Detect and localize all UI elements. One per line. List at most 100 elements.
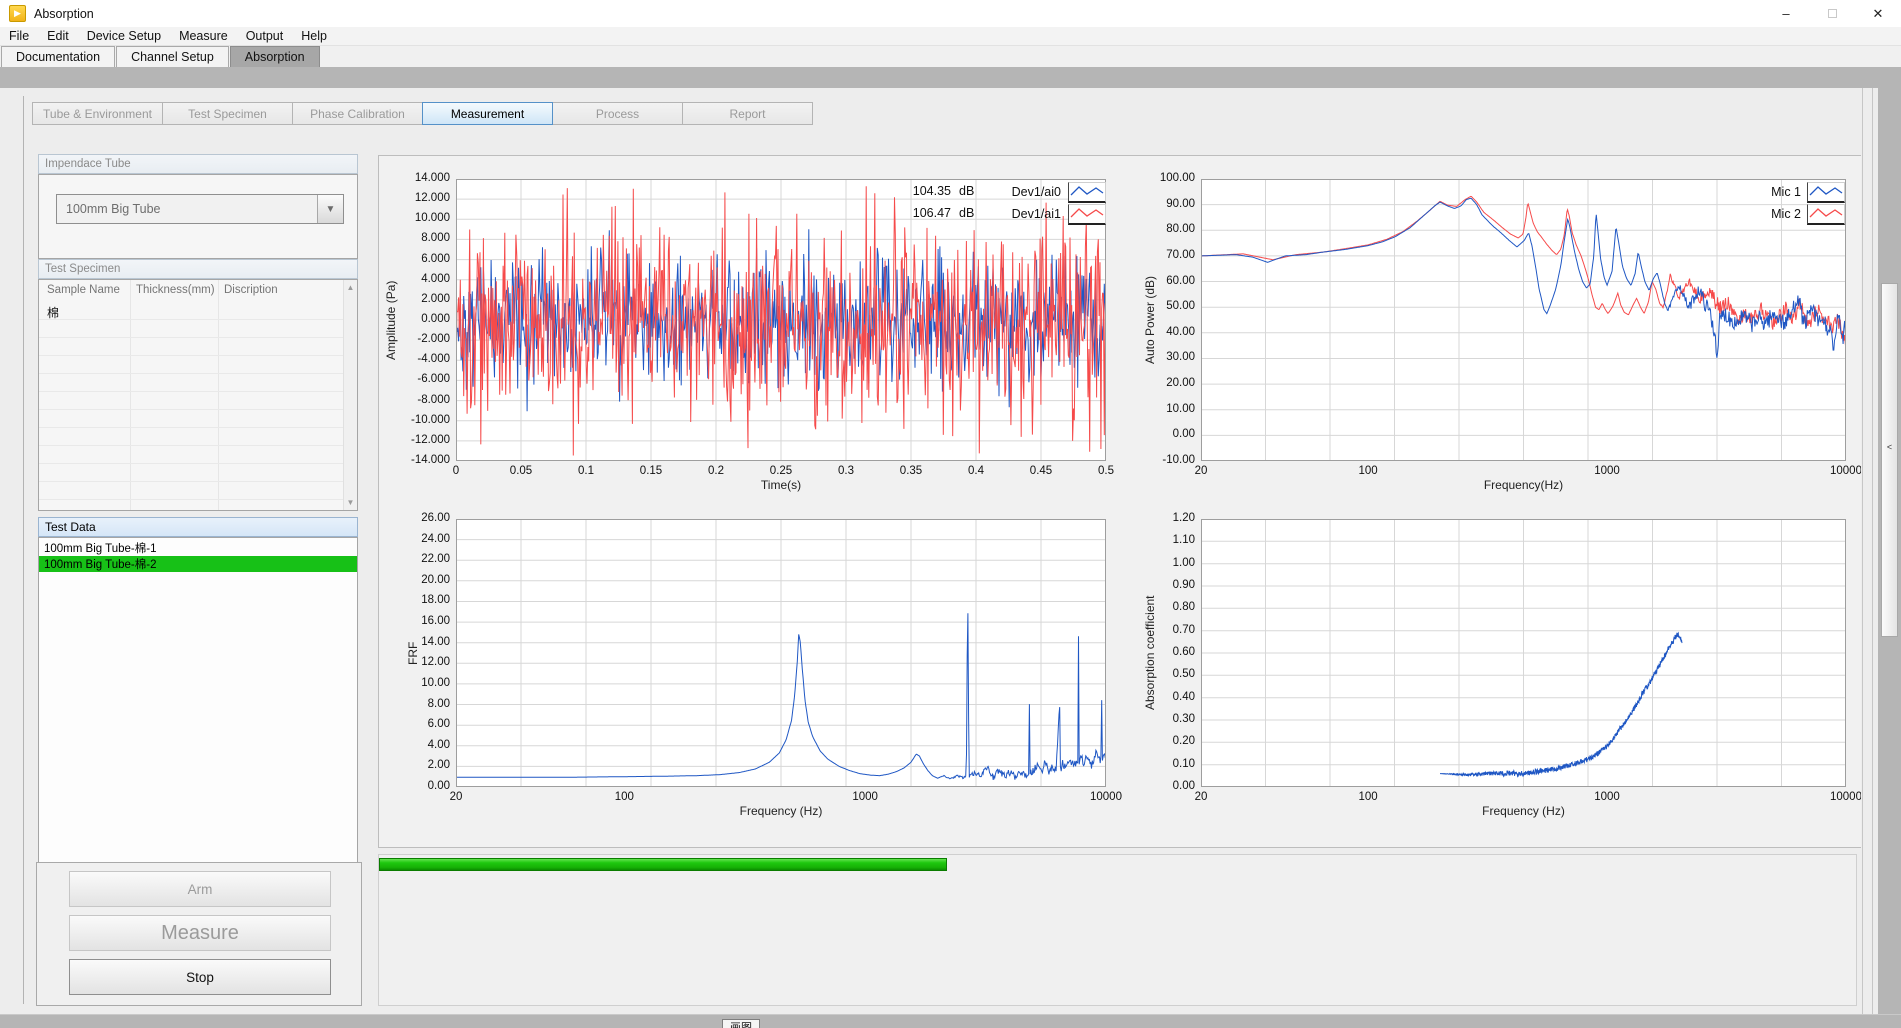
- subtab-phase-calibration[interactable]: Phase Calibration: [292, 102, 423, 125]
- menu-item-file[interactable]: File: [0, 27, 38, 45]
- y-tick-label: 8.000: [398, 232, 450, 244]
- partial-tab-huitu[interactable]: 画图: [722, 1019, 760, 1028]
- close-icon: ✕: [1873, 6, 1884, 22]
- y-tick-label: 0.70: [1143, 624, 1195, 636]
- y-tick-label: 2.00: [398, 759, 450, 771]
- scroll-down-icon[interactable]: ▼: [344, 498, 357, 507]
- test-data-item-selected[interactable]: 100mm Big Tube-棉-2: [39, 556, 357, 572]
- y-tick-label: 10.00: [1143, 403, 1195, 415]
- legend-swatch-dev1-ai1[interactable]: [1068, 204, 1106, 225]
- x-tick-label: 0.4: [944, 465, 1008, 477]
- y-tick-label: 0.80: [1143, 601, 1195, 613]
- menu-item-measure[interactable]: Measure: [170, 27, 237, 45]
- y-tick-label: 16.00: [398, 615, 450, 627]
- y-tick-label: 40.00: [1143, 326, 1195, 338]
- test-data-item[interactable]: 100mm Big Tube-棉-1: [39, 540, 357, 556]
- y-tick-label: 1.20: [1143, 512, 1195, 524]
- chart-time-waveform: Amplitude (Pa) Time(s) 104.35 dB 106.47 …: [456, 179, 1106, 461]
- x-tick-label: 20: [1169, 791, 1233, 803]
- panel-collapse-handle[interactable]: <: [1881, 283, 1898, 637]
- x-tick-label: 0.15: [619, 465, 683, 477]
- maximize-icon: [1828, 9, 1837, 18]
- specimen-sample-name: 棉: [47, 306, 59, 320]
- subtab-process[interactable]: Process: [552, 102, 683, 125]
- minimize-button[interactable]: –: [1763, 0, 1809, 27]
- legend-swatch-dev1-ai0[interactable]: [1068, 182, 1106, 203]
- scroll-up-icon[interactable]: ▲: [344, 283, 357, 292]
- test-specimen-scrollbar[interactable]: ▲ ▼: [343, 280, 357, 510]
- impedance-tube-select[interactable]: 100mm Big Tube ▼: [56, 194, 344, 224]
- test-specimen-rows: [39, 302, 343, 510]
- arm-button[interactable]: Arm: [69, 871, 331, 907]
- subtab-test-specimen[interactable]: Test Specimen: [162, 102, 293, 125]
- subtab-tube-environment[interactable]: Tube & Environment: [32, 102, 163, 125]
- menu-item-output[interactable]: Output: [237, 27, 293, 45]
- time-waveform-plot-area[interactable]: [456, 179, 1106, 461]
- legend-swatch-mic1[interactable]: [1807, 182, 1845, 203]
- close-button[interactable]: ✕: [1855, 0, 1901, 27]
- impedance-tube-label: Impendace Tube: [45, 158, 131, 170]
- table-row[interactable]: 棉: [47, 304, 59, 321]
- y-tick-label: 0.90: [1143, 579, 1195, 591]
- x-axis-label: Frequency (Hz): [456, 804, 1106, 818]
- y-tick-label: 6.000: [398, 253, 450, 265]
- x-tick-label: 0: [424, 465, 488, 477]
- legend-swatch-mic2[interactable]: [1807, 204, 1845, 225]
- x-tick-label: 100: [1336, 465, 1400, 477]
- y-tick-label: 100.00: [1143, 172, 1195, 184]
- column-discription: Discription: [224, 284, 278, 296]
- left-divider: [23, 96, 24, 1004]
- x-tick-label: 100: [592, 791, 656, 803]
- actions-panel: Arm Measure Stop: [36, 862, 362, 1006]
- legend-label-mic2: Mic 2: [1691, 207, 1801, 221]
- menu-item-device-setup[interactable]: Device Setup: [78, 27, 170, 45]
- subtab-report[interactable]: Report: [682, 102, 813, 125]
- absorption-tab-page: Tube & Environment Test Specimen Phase C…: [0, 88, 1901, 1014]
- y-tick-label: 14.000: [398, 172, 450, 184]
- tab-channel-setup[interactable]: Channel Setup: [116, 46, 229, 67]
- application-window: ▶ Absorption – ✕ File Edit Device Setup …: [0, 0, 1901, 1028]
- y-axis-label: Amplitude (Pa): [384, 179, 398, 461]
- chart-absorption-coefficient: Absorption coefficient Frequency (Hz) 0.…: [1201, 519, 1846, 787]
- y-tick-label: 50.00: [1143, 300, 1195, 312]
- test-specimen-table: Sample Name Thickness(mm) Discription 棉 …: [38, 279, 358, 511]
- menu-item-edit[interactable]: Edit: [38, 27, 78, 45]
- titlebar: ▶ Absorption – ✕: [0, 0, 1901, 27]
- stop-button[interactable]: Stop: [69, 959, 331, 995]
- subtab-measurement[interactable]: Measurement: [422, 102, 553, 125]
- plot-line-icon: [1808, 183, 1844, 201]
- auto-power-plot-area[interactable]: [1201, 179, 1846, 461]
- y-axis-label: Auto Power (dB): [1143, 179, 1157, 461]
- plot-line-icon: [1069, 183, 1105, 201]
- absorption-plot-area[interactable]: [1201, 519, 1846, 787]
- app-arrow-icon: ▶: [14, 9, 21, 18]
- y-tick-label: 4.000: [398, 273, 450, 285]
- x-tick-label: 1000: [1575, 791, 1639, 803]
- y-tick-label: -10.000: [398, 414, 450, 426]
- y-tick-label: 80.00: [1143, 223, 1195, 235]
- y-tick-label: 1.10: [1143, 534, 1195, 546]
- tab-absorption[interactable]: Absorption: [230, 46, 320, 67]
- subtab-bar: Tube & Environment Test Specimen Phase C…: [32, 102, 812, 125]
- y-tick-label: 2.000: [398, 293, 450, 305]
- menu-item-help[interactable]: Help: [292, 27, 336, 45]
- dropdown-button[interactable]: ▼: [317, 195, 343, 223]
- frf-plot-area[interactable]: [456, 519, 1106, 787]
- x-tick-label: 0.25: [749, 465, 813, 477]
- maximize-button[interactable]: [1809, 0, 1855, 27]
- y-tick-label: 0.000: [398, 313, 450, 325]
- impedance-tube-header: Impendace Tube: [38, 154, 358, 174]
- y-tick-label: 30.00: [1143, 351, 1195, 363]
- legend-label-dev1-ai1: Dev1/ai1: [936, 207, 1061, 221]
- y-tick-label: 90.00: [1143, 198, 1195, 210]
- x-tick-label: 1000: [1575, 465, 1639, 477]
- progress-bar: [379, 858, 947, 871]
- legend-label-dev1-ai0: Dev1/ai0: [936, 185, 1061, 199]
- x-tick-label: 0.1: [554, 465, 618, 477]
- gridlines: [1201, 519, 1846, 787]
- y-tick-label: 4.00: [398, 739, 450, 751]
- measure-button[interactable]: Measure: [69, 915, 331, 951]
- x-tick-label: 0.2: [684, 465, 748, 477]
- charts-panel: Amplitude (Pa) Time(s) 104.35 dB 106.47 …: [378, 155, 1868, 848]
- tab-documentation[interactable]: Documentation: [1, 46, 115, 67]
